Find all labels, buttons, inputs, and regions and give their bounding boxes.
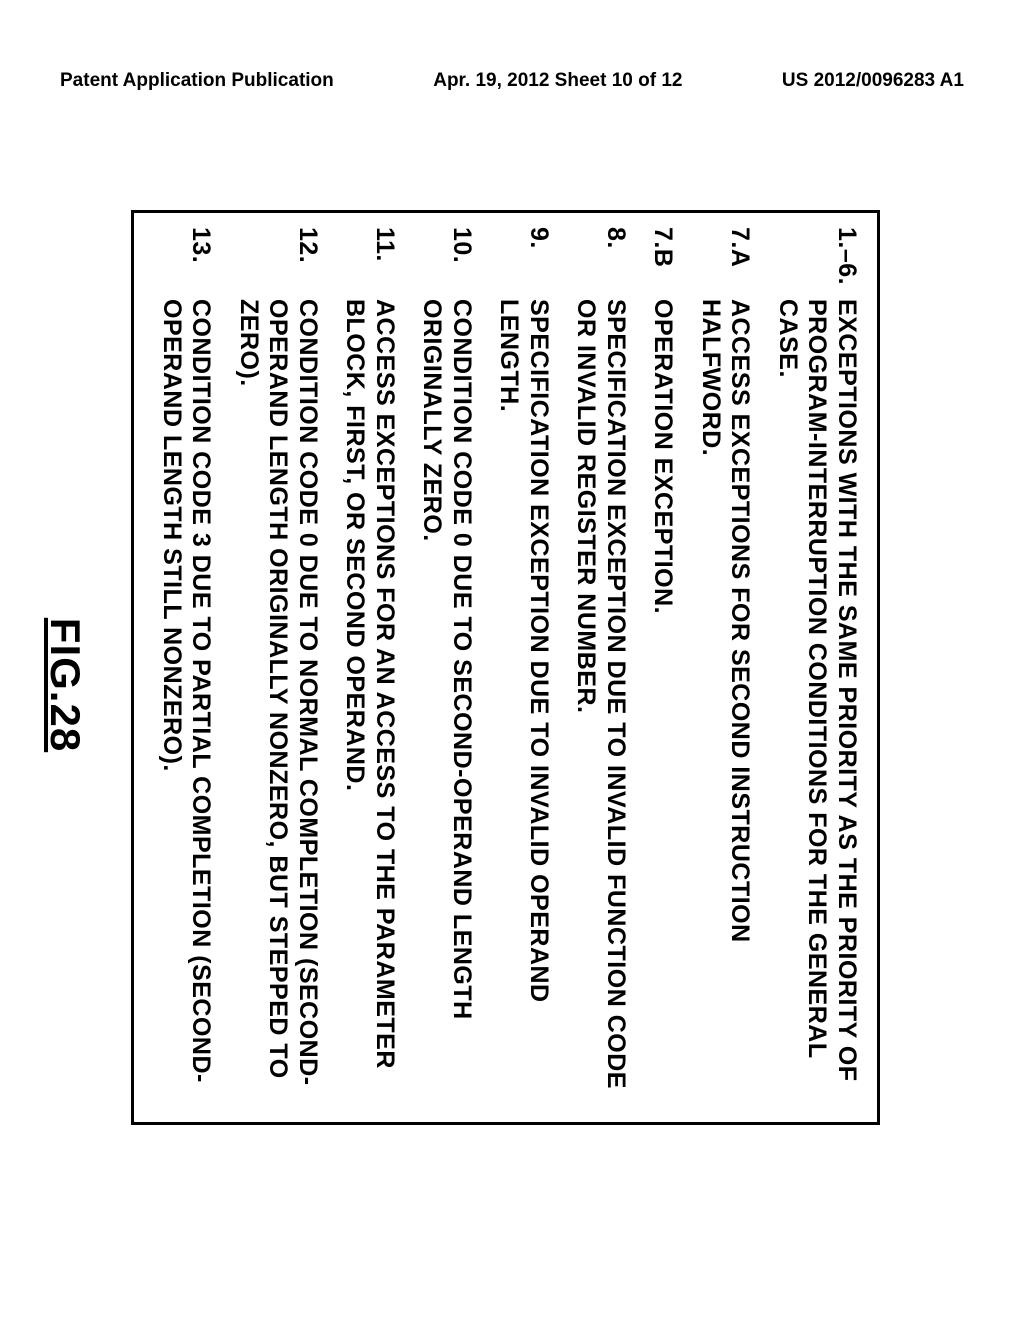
table-row: 13. CONDITION CODE 3 DUE TO PARTIAL COMP… [157,223,216,1100]
table-row: 9. SPECIFICATION EXCEPTION DUE TO INVALI… [494,223,553,1100]
row-text: EXCEPTIONS WITH THE SAME PRIORITY AS THE… [773,299,862,1100]
row-text: SPECIFICATION EXCEPTION DUE TO INVALID F… [571,299,630,1100]
row-number: 8. [601,223,630,299]
row-text: ACCESS EXCEPTIONS FOR SECOND INSTRUCTION… [696,299,755,1100]
row-text: OPERATION EXCEPTION. [648,299,678,1100]
row-number: 7.A [726,223,755,299]
table-row: 7.B OPERATION EXCEPTION. [648,223,678,1100]
row-number: 10. [447,223,476,299]
row-number: 12. [293,223,322,299]
row-text: CONDITION CODE 3 DUE TO PARTIAL COMPLETI… [157,299,216,1100]
page-header: Patent Application Publication Apr. 19, … [60,70,964,92]
row-number: 1.–6. [832,223,861,299]
row-text: SPECIFICATION EXCEPTION DUE TO INVALID O… [494,299,553,1100]
table-row: 1.–6. EXCEPTIONS WITH THE SAME PRIORITY … [773,223,862,1100]
rotated-content: 1.–6. EXCEPTIONS WITH THE SAME PRIORITY … [42,210,881,1160]
row-number: 9. [524,223,553,299]
table-row: 7.A ACCESS EXCEPTIONS FOR SECOND INSTRUC… [696,223,755,1100]
figure-label: FIG.28 [42,210,90,1160]
table-row: 10. CONDITION CODE 0 DUE TO SECOND-OPERA… [417,223,476,1100]
row-number: 11. [370,223,399,299]
header-mid: Apr. 19, 2012 Sheet 10 of 12 [433,70,682,92]
exceptions-table: 1.–6. EXCEPTIONS WITH THE SAME PRIORITY … [132,210,881,1125]
row-text: CONDITION CODE 0 DUE TO NORMAL COMPLETIO… [234,299,323,1100]
row-number: 13. [187,223,216,299]
header-right: US 2012/0096283 A1 [782,70,964,92]
table-row: 12. CONDITION CODE 0 DUE TO NORMAL COMPL… [234,223,323,1100]
table-row: 11. ACCESS EXCEPTIONS FOR AN ACCESS TO T… [340,223,399,1100]
row-text: ACCESS EXCEPTIONS FOR AN ACCESS TO THE P… [340,299,399,1100]
row-text: CONDITION CODE 0 DUE TO SECOND-OPERAND L… [417,299,476,1100]
header-left: Patent Application Publication [60,70,334,92]
table-row: 8. SPECIFICATION EXCEPTION DUE TO INVALI… [571,223,630,1100]
row-number: 7.B [649,223,678,299]
patent-page: Patent Application Publication Apr. 19, … [0,0,1024,1320]
